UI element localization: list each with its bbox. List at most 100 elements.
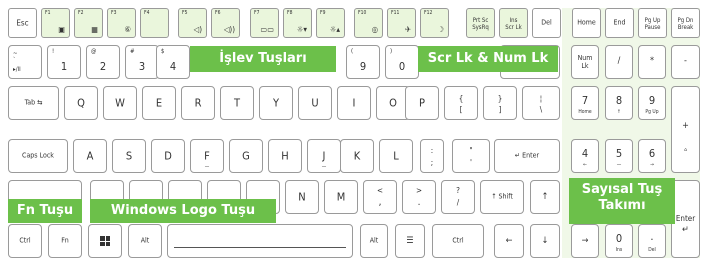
f8-key[interactable]: F8 ☼▾ [283, 8, 312, 38]
key-h[interactable]: H [268, 139, 302, 173]
f10-key[interactable]: F10 ◎ [354, 8, 383, 38]
key-1[interactable]: ! 1 [47, 45, 81, 79]
key-t[interactable]: T [220, 86, 254, 120]
space-key[interactable] [167, 224, 353, 258]
key-d[interactable]: D [151, 139, 185, 173]
f2-key[interactable]: F2 ▦ [74, 8, 103, 38]
up-arrow-icon: ↑ [541, 192, 549, 202]
numpad-star-key[interactable]: * [638, 45, 666, 79]
key-k[interactable]: K [340, 139, 374, 173]
n5-main: 5 [615, 147, 623, 160]
key-e[interactable]: E [142, 86, 176, 120]
key-l[interactable]: L [379, 139, 413, 173]
numpad-9-key[interactable]: 9 Pg Up [638, 86, 666, 120]
f4-key[interactable]: F4 [140, 8, 169, 38]
key-r[interactable]: R [181, 86, 215, 120]
f3-number: F3 [111, 10, 117, 16]
key-f[interactable]: F — [190, 139, 224, 173]
comma-key[interactable]: < , [363, 180, 397, 214]
play-pause-icon: ▸/II [13, 66, 21, 73]
plus-icon: ⌂ [684, 147, 687, 153]
f12-key[interactable]: F12 ☽ [420, 8, 449, 38]
f9-key[interactable]: F9 ☼▴ [316, 8, 345, 38]
key-2[interactable]: @ 2 [86, 45, 120, 79]
key-4[interactable]: $ 4 [156, 45, 190, 79]
up-arrow-key[interactable]: ↑ [530, 180, 560, 214]
esc-key[interactable]: Esc [8, 8, 37, 38]
minus-label: - [684, 56, 687, 66]
numpad-minus-key[interactable]: - [671, 45, 700, 79]
key-p[interactable]: P [405, 86, 439, 120]
f2-number: F2 [78, 10, 84, 16]
key-a[interactable]: A [73, 139, 107, 173]
key-3[interactable]: # 3 [125, 45, 159, 79]
numpad-5-key[interactable]: 5 — [605, 139, 633, 173]
tab-key[interactable]: Tab ⇆ [8, 86, 59, 120]
capslock-key[interactable]: Caps Lock [8, 139, 68, 173]
left-arrow-key[interactable]: ← [494, 224, 524, 258]
plus-label: + [682, 121, 689, 131]
lctrl-key[interactable]: Ctrl [8, 224, 42, 258]
prtsc-key[interactable]: Prt Sc SysRq [466, 8, 495, 38]
key-j[interactable]: J — [307, 139, 341, 173]
pgdn-key[interactable]: Pg Dn Break [671, 8, 700, 38]
numpad-7-key[interactable]: 7 Home [571, 86, 599, 120]
numpad-right-key[interactable]: → [571, 224, 599, 258]
menu-key[interactable]: ☰ [395, 224, 425, 258]
numpad-6-key[interactable]: 6 → [638, 139, 666, 173]
lbrace-key[interactable]: { [ [444, 86, 478, 120]
key-s[interactable]: S [112, 139, 146, 173]
nenter-icon: ↵ [682, 225, 689, 235]
callout-scrlk-numlk: Scr Lk & Num Lk [418, 46, 558, 72]
key-y[interactable]: Y [259, 86, 293, 120]
numpad-0-key[interactable]: 0 Ins [605, 224, 633, 258]
key-9[interactable]: ( 9 [346, 45, 380, 79]
ins-scrlk-key[interactable]: Ins Scr Lk [499, 8, 528, 38]
numpad-dot-key[interactable]: . Del [638, 224, 666, 258]
colon-key[interactable]: : ; [420, 139, 444, 173]
altgr-key[interactable]: Alt [360, 224, 388, 258]
key-n-label: N [298, 190, 306, 204]
key-9-shift: ( [351, 48, 354, 55]
key-m[interactable]: M [324, 180, 358, 214]
rshift-key[interactable]: ↑ Shift [480, 180, 524, 214]
pgup-key[interactable]: Pg Up Pause [638, 8, 667, 38]
f11-key[interactable]: F11 ✈ [387, 8, 416, 38]
key-q[interactable]: Q [64, 86, 98, 120]
f1-key[interactable]: F1 ▣ [41, 8, 70, 38]
rbrace-key[interactable]: } ] [483, 86, 517, 120]
numpad-8-key[interactable]: 8 ↑ [605, 86, 633, 120]
end-key[interactable]: End [605, 8, 634, 38]
n7-main: 7 [581, 94, 589, 107]
fn-key[interactable]: Fn [48, 224, 82, 258]
f7-key[interactable]: F7 ▭▭ [250, 8, 279, 38]
f5-key[interactable]: F5 ◁) [178, 8, 207, 38]
tilde-key[interactable]: ~ ` ▸/II [8, 45, 42, 79]
numpad-enter-key[interactable]: Enter ↵ [671, 180, 700, 258]
key-w[interactable]: W [103, 86, 137, 120]
lalt-key[interactable]: Alt [128, 224, 162, 258]
home-key[interactable]: Home [572, 8, 601, 38]
down-arrow-key[interactable]: ↓ [530, 224, 560, 258]
rctrl-key[interactable]: Ctrl [432, 224, 484, 258]
f6-key[interactable]: F6 ◁)) [211, 8, 240, 38]
key-u[interactable]: U [298, 86, 332, 120]
del-key[interactable]: Del [532, 8, 561, 38]
key-n[interactable]: N [285, 180, 319, 214]
numpad-slash-key[interactable]: / [605, 45, 633, 79]
key-g[interactable]: G [229, 139, 263, 173]
numpad-plus-key[interactable]: + ⌂ [671, 86, 700, 173]
windows-key[interactable] [88, 224, 122, 258]
period-key[interactable]: > . [402, 180, 436, 214]
f3-key[interactable]: F3 ⑥ [107, 8, 136, 38]
key-i[interactable]: I [337, 86, 371, 120]
enter-key[interactable]: ↵ Enter [494, 139, 560, 173]
numpad-4-key[interactable]: 4 ← [571, 139, 599, 173]
caps-label: Caps Lock [22, 151, 54, 160]
key-0[interactable]: ) 0 [385, 45, 419, 79]
backslash-key[interactable]: ¦ \ [522, 86, 560, 120]
question-key[interactable]: ? / [441, 180, 475, 214]
quote-key[interactable]: " ' [452, 139, 490, 173]
period-main: . [417, 197, 421, 208]
numlock-key[interactable]: Num Lk [571, 45, 599, 79]
